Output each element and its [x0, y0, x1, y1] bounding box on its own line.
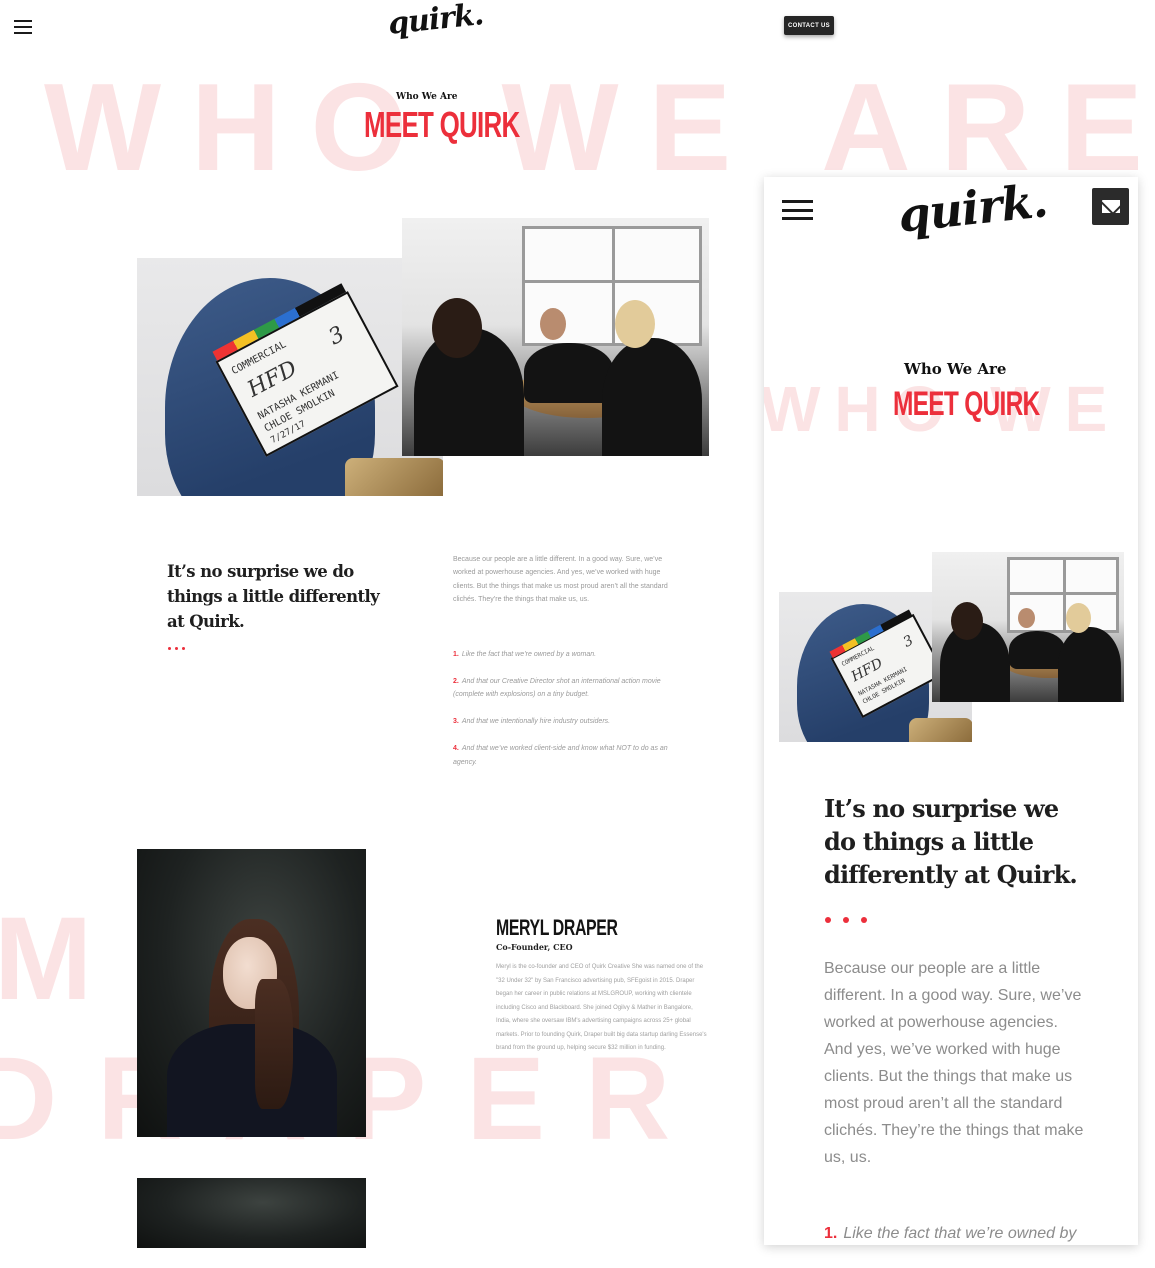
hero-title: MEET QUIRK	[364, 104, 520, 145]
team-member-role: Co-Founder, CEO	[496, 942, 573, 952]
team-member-portrait	[137, 849, 366, 1137]
intro-list: 1. Like the fact that we’re owned by a wo…	[453, 648, 678, 782]
team-member-name: MERYL DRAPER	[496, 915, 618, 940]
hero-eyebrow: Who We Are	[904, 360, 1007, 378]
list-item: 1. Like the fact that we’re owned by	[824, 1225, 1077, 1242]
team-member-bio: Meryl is the co-founder and CEO of Quirk…	[496, 964, 707, 1051]
clapboard-scene: 3	[900, 632, 917, 651]
meeting-photo	[932, 552, 1124, 702]
list-item: 2. And that our Creative Director shot an…	[453, 677, 661, 699]
list-item: 4. And that we’ve worked client-side and …	[453, 745, 668, 766]
intro-headline: It’s no surprise we do things a little d…	[824, 794, 1078, 889]
intro-body: Because our people are a little differen…	[824, 960, 1084, 1166]
meeting-photo	[402, 218, 709, 456]
quirk-logo[interactable]: quirk.	[386, 0, 484, 42]
intro-headline: It’s no surprise we do things a little d…	[167, 562, 380, 631]
hero-background-word: WHO WE ARE	[44, 59, 1155, 197]
clapboard-photo: COMMERCIAL HFD 3 NATASHA KERMANI CHLOE S…	[137, 258, 443, 496]
quirk-logo[interactable]: quirk.	[896, 177, 1050, 243]
intro-body: Because our people are a little differen…	[453, 556, 668, 604]
clapboard-scene: 3	[324, 321, 349, 351]
dots-divider	[825, 917, 867, 923]
hero-eyebrow: Who We Are	[396, 92, 458, 102]
menu-icon[interactable]	[782, 200, 813, 220]
mobile-preview: quirk. WHO WE ARE Who We Are MEET QUIRK …	[764, 177, 1138, 1245]
menu-icon[interactable]	[14, 20, 32, 34]
contact-us-button[interactable]: CONTACT US	[784, 16, 834, 35]
dots-divider	[168, 647, 185, 650]
hero-title: MEET QUIRK	[893, 385, 1040, 423]
mail-icon[interactable]	[1092, 188, 1129, 225]
team-member-portrait	[137, 1178, 366, 1248]
list-item: 1. Like the fact that we’re owned by a wo…	[453, 651, 597, 658]
list-item: 3. And that we intentionally hire industr…	[453, 718, 611, 726]
